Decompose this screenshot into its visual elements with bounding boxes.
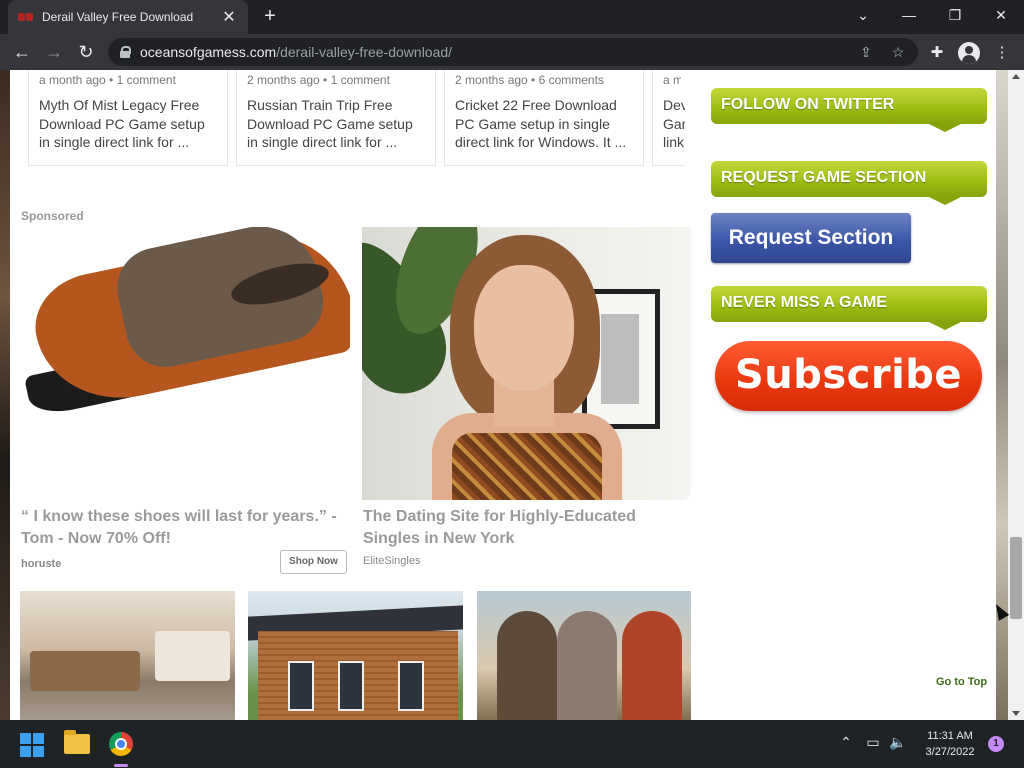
- tab-derail-valley[interactable]: Derail Valley Free Download ✕: [8, 0, 248, 34]
- house-window: [338, 661, 364, 711]
- address-bar[interactable]: oceansofgamess.com/derail-valley-free-do…: [108, 38, 918, 66]
- background-art-right: [996, 70, 1008, 720]
- subscribe-button[interactable]: Subscribe: [715, 341, 982, 411]
- tab-bar: Derail Valley Free Download ✕ + ⌄ — ❐ ✕: [0, 0, 1024, 34]
- related-post-card[interactable]: 2 months ago • 6 comments Cricket 22 Fre…: [444, 70, 644, 166]
- background-art-left: [0, 70, 10, 720]
- url-path: /derail-valley-free-download/: [276, 44, 453, 60]
- person-face: [474, 265, 574, 391]
- tab-search-icon[interactable]: ⌄: [840, 0, 886, 32]
- post-excerpt[interactable]: Cricket 22 Free Download PC Game setup i…: [455, 96, 633, 152]
- go-to-top-link[interactable]: Go to Top: [936, 676, 987, 688]
- site-favicon-icon: [18, 11, 34, 23]
- related-post-card[interactable]: a month ago • 1 comment Myth Of Mist Leg…: [28, 70, 228, 166]
- ad-game-thumbnail[interactable]: [477, 591, 691, 720]
- ad-shoe-image[interactable]: [20, 227, 350, 500]
- back-button[interactable]: ←: [10, 40, 34, 64]
- share-icon[interactable]: ⇪: [856, 42, 876, 62]
- lock-icon[interactable]: [120, 46, 131, 58]
- clock-date: 3/27/2022: [925, 746, 975, 758]
- url-host: oceansofgamess.com: [140, 44, 277, 60]
- never-miss-banner: NEVER MISS A GAME: [711, 286, 987, 330]
- ad-dating-source[interactable]: EliteSingles: [363, 555, 420, 567]
- bed-shape: [155, 631, 230, 681]
- post-excerpt[interactable]: Russian Train Trip Free Download PC Game…: [247, 96, 425, 152]
- follow-twitter-banner: FOLLOW ON TWITTER: [711, 88, 987, 132]
- post-meta: 2 months ago • 1 comment: [247, 73, 390, 87]
- extensions-icon[interactable]: ✚: [926, 42, 948, 64]
- post-meta: a month ago • 1 comment: [39, 73, 176, 87]
- volume-icon[interactable]: 🔈: [888, 734, 908, 751]
- post-excerpt[interactable]: Dev Gar link: [663, 96, 685, 152]
- notification-badge[interactable]: 1: [988, 736, 1004, 752]
- network-icon[interactable]: ▭: [863, 734, 883, 751]
- forward-button[interactable]: →: [42, 40, 66, 64]
- post-excerpt[interactable]: Myth Of Mist Legacy Free Download PC Gam…: [39, 96, 217, 152]
- character-figure: [622, 611, 682, 720]
- taskbar: ⌃ ▭ 🔈 11:31 AM 3/27/2022 1: [0, 720, 1024, 768]
- scroll-thumb[interactable]: [1010, 537, 1022, 619]
- house-window: [288, 661, 314, 711]
- windows-start-icon[interactable]: [20, 733, 44, 757]
- restore-button[interactable]: ❐: [932, 0, 978, 32]
- ad-dating-title[interactable]: The Dating Site for Highly-Educated Sing…: [363, 506, 693, 550]
- bed-shape: [30, 651, 140, 691]
- tab-close-icon[interactable]: ✕: [220, 7, 238, 27]
- profile-avatar[interactable]: [958, 42, 980, 64]
- chrome-icon[interactable]: [109, 732, 133, 756]
- request-section-button[interactable]: Request Section: [711, 213, 911, 263]
- minimize-button[interactable]: —: [886, 0, 932, 32]
- character-figure: [557, 611, 617, 720]
- bookmark-star-icon[interactable]: ☆: [888, 42, 908, 62]
- scroll-down-icon[interactable]: [1012, 711, 1020, 716]
- ad-shoe-title[interactable]: “ I know these shoes will last for years…: [21, 506, 351, 550]
- tab-title: Derail Valley Free Download: [42, 10, 194, 24]
- character-figure: [497, 611, 557, 720]
- reload-button[interactable]: ↻: [74, 40, 98, 64]
- post-meta: a m: [663, 73, 681, 87]
- browser-toolbar: ← → ↻ oceansofgamess.com/derail-valley-f…: [0, 34, 1024, 70]
- request-game-banner: REQUEST GAME SECTION: [711, 161, 987, 205]
- active-app-indicator: [114, 764, 128, 767]
- scroll-up-icon[interactable]: [1012, 74, 1020, 79]
- frame-photo: [601, 314, 639, 404]
- file-explorer-icon[interactable]: [64, 730, 90, 754]
- house-window: [398, 661, 424, 711]
- page-scrollbar[interactable]: [1008, 70, 1024, 720]
- related-post-card[interactable]: 2 months ago • 1 comment Russian Train T…: [236, 70, 436, 166]
- new-tab-button[interactable]: +: [258, 5, 282, 29]
- clock-time: 11:31 AM: [927, 730, 973, 742]
- ad-house-thumbnail[interactable]: [248, 591, 463, 720]
- close-window-button[interactable]: ✕: [978, 0, 1024, 32]
- person-dress: [452, 433, 602, 500]
- post-meta: 2 months ago • 6 comments: [455, 73, 604, 87]
- related-post-card[interactable]: a m Dev Gar link: [652, 70, 685, 166]
- related-posts: a month ago • 1 comment Myth Of Mist Leg…: [28, 70, 685, 166]
- ad-furniture-thumbnail[interactable]: [20, 591, 235, 720]
- ad-shoe-source[interactable]: horuste: [21, 558, 61, 570]
- shop-now-button[interactable]: Shop Now: [280, 550, 347, 574]
- menu-kebab-icon[interactable]: ⋮: [991, 42, 1013, 64]
- taskbar-clock[interactable]: 11:31 AM 3/27/2022: [920, 728, 980, 760]
- sponsored-label: Sponsored: [21, 209, 84, 223]
- ad-dating-image[interactable]: [362, 227, 691, 500]
- page-viewport: a month ago • 1 comment Myth Of Mist Leg…: [0, 70, 1024, 720]
- tray-chevron-icon[interactable]: ⌃: [836, 734, 856, 751]
